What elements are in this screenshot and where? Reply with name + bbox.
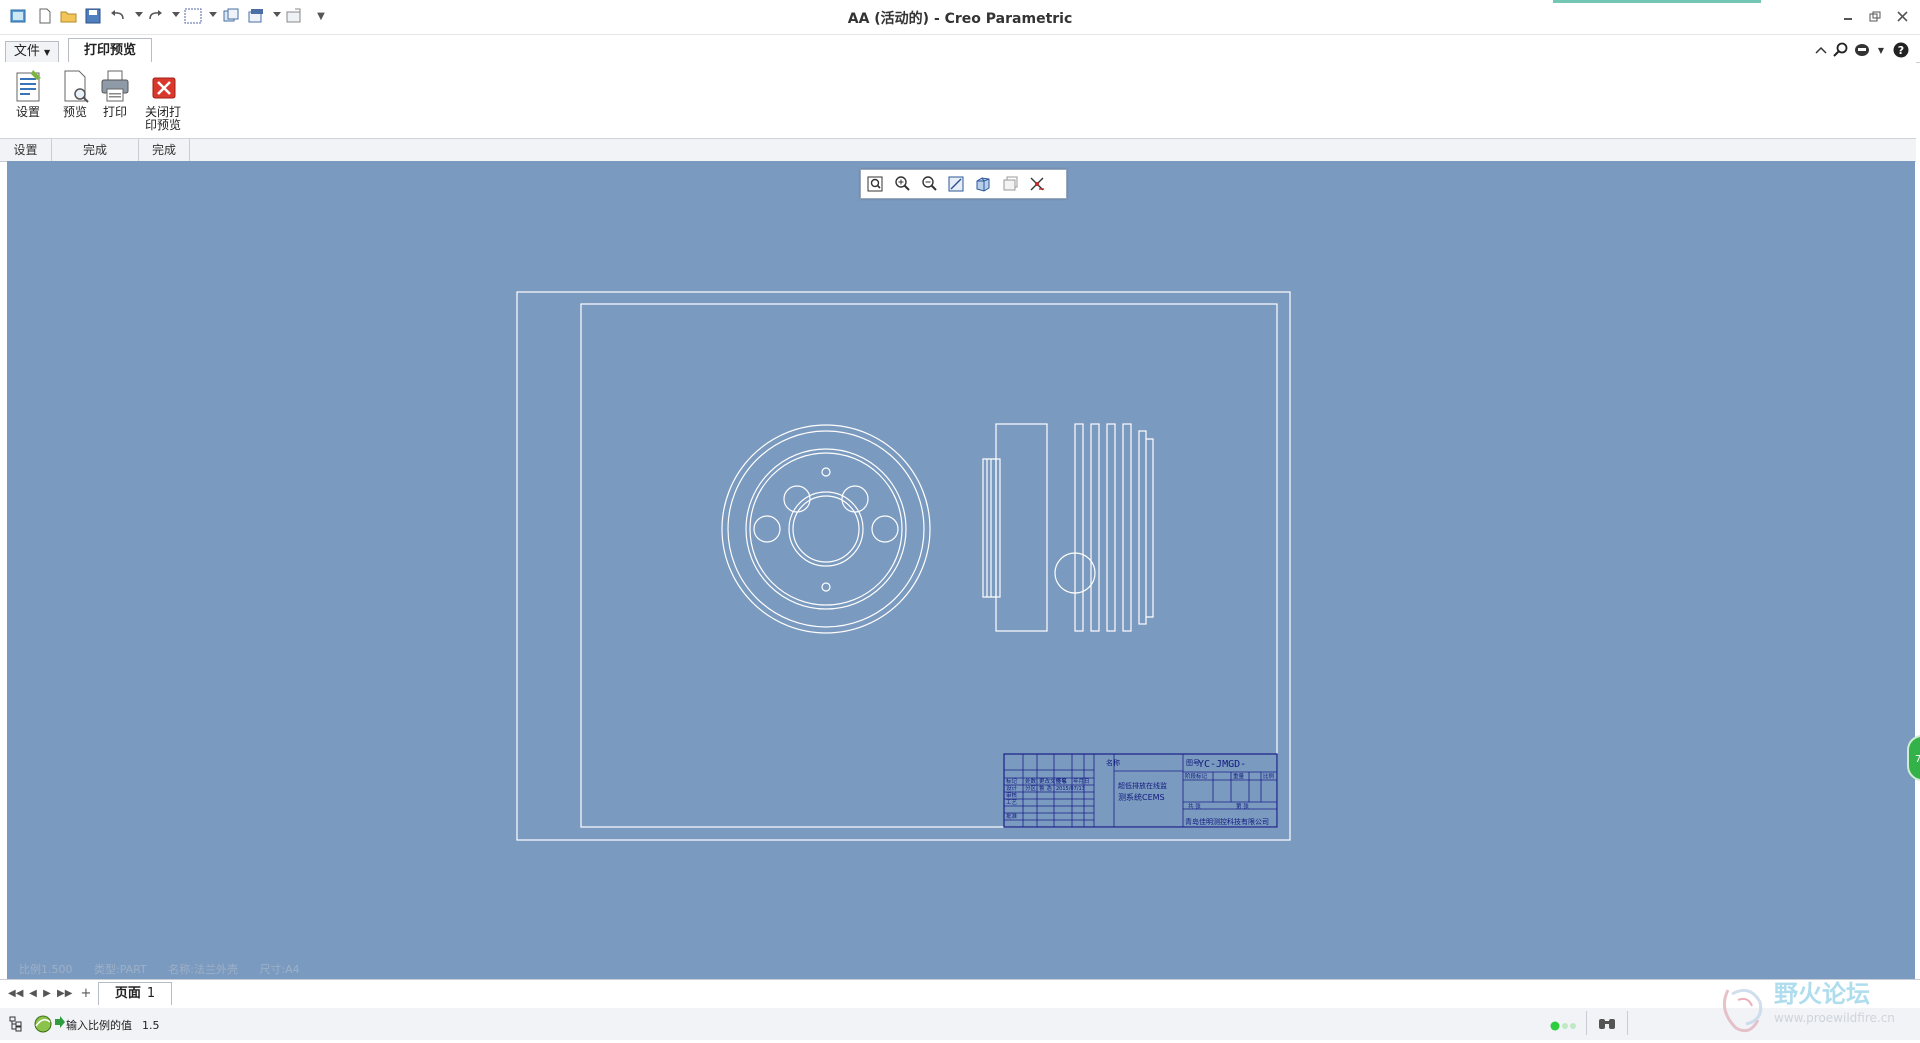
tab-file[interactable]: 文件 ▼ (5, 41, 59, 62)
status-message-text: 输入比例的值 (66, 1019, 132, 1032)
previous-page-icon[interactable]: ◀ (26, 987, 40, 1001)
side-badge[interactable]: 73 (1907, 735, 1920, 781)
preview-button[interactable]: 预览 (53, 66, 97, 134)
search-icon[interactable] (1830, 40, 1852, 60)
tab-print-preview[interactable]: 打印预览 (68, 38, 152, 64)
zoom-in-icon[interactable] (891, 174, 913, 194)
page-tab-label: 页面 (114, 986, 141, 1001)
status-lights-icon (1550, 1020, 1578, 1034)
forum-watermark: 野火论坛 www.proewildfire.cn (1710, 970, 1920, 1040)
model-tree-icon[interactable] (9, 1016, 23, 1035)
print-button-label: 打印 (102, 105, 127, 119)
status-bar: 输入比例的值 1.5 (0, 1008, 1920, 1040)
title-block-label-weight: 重量 (1233, 772, 1245, 780)
settings-icon (11, 68, 45, 104)
status-value: 1.5 (142, 1019, 160, 1032)
front-view-circles (721, 424, 931, 634)
first-page-icon[interactable]: ◀◀ (8, 987, 23, 1001)
title-block-label-sheet-no: 第 张 (1236, 802, 1249, 810)
display-style-icon[interactable] (999, 174, 1021, 194)
settings-button-label: 设置 (15, 105, 40, 119)
group-label-finish: 完成 (52, 139, 139, 161)
title-block-label-scale: 比例 (1263, 772, 1275, 780)
close-red-icon (146, 68, 180, 104)
title-block-label-mark: 标记 (1006, 777, 1018, 785)
zoom-out-icon[interactable] (918, 174, 940, 194)
page-info-size: 尺寸:A4 (259, 963, 300, 976)
chevron-down-icon: ▼ (44, 48, 51, 57)
watermark-url: www.proewildfire.cn (1774, 1011, 1895, 1025)
spin-center-icon[interactable] (1026, 174, 1048, 194)
title-block-label-zone: 分区 (1025, 784, 1037, 792)
svg-text:?: ? (1898, 44, 1904, 57)
tab-file-label: 文件 (13, 44, 40, 59)
browser-icon[interactable] (33, 1014, 53, 1037)
close-print-preview-label-line2: 印预览 (144, 118, 181, 132)
title-block-label-review: 审核 (1006, 791, 1018, 799)
drawing-sheet: 名称 图号 YC-JMGD- 超低排放在线监 测系统CEMS 青岛佳明测控科技有… (516, 291, 1291, 841)
group-label-settings: 设置 (0, 139, 52, 161)
status-message: 输入比例的值 1.5 (66, 1017, 160, 1033)
page-info-type: 类型:PART (94, 963, 147, 976)
window-title: AA (活动的) - Creo Parametric (847, 11, 1073, 27)
title-block-label-name: 名称 (1106, 758, 1120, 767)
restore-icon[interactable] (1864, 6, 1886, 26)
shaded-icon[interactable] (972, 174, 994, 194)
last-page-icon[interactable]: ▶▶ (57, 987, 72, 1001)
ribbon-group-labels: 设置 完成 完成 (0, 139, 1916, 162)
watermark-text: 野火论坛 (1774, 980, 1870, 1008)
ribbon: 设置 预览 打印 关闭打 印预览 (0, 62, 1916, 139)
page-tab[interactable]: 页面 1 (98, 982, 172, 1005)
minimize-ribbon-icon[interactable] (1810, 40, 1832, 60)
printer-icon (98, 68, 132, 104)
view-toolbar (860, 169, 1067, 199)
title-accent-bar (1553, 0, 1761, 3)
preview-button-label: 预览 (62, 105, 87, 119)
page-info: 比例1.500 类型:PART 名称:法兰外壳 尺寸:A4 (19, 961, 318, 977)
community-dropdown-icon[interactable]: ▼ (1870, 40, 1892, 60)
page-tab-bar: ◀◀ ◀ ▶ ▶▶ + 页面 1 (0, 979, 1920, 1009)
page-info-name: 名称:法兰外壳 (168, 963, 238, 976)
title-block-label-approve: 批准 (1006, 812, 1018, 820)
minimize-icon[interactable] (1837, 6, 1859, 26)
pan-icon[interactable] (945, 174, 967, 194)
title-block-name-line2: 测系统CEMS (1118, 792, 1165, 802)
settings-button[interactable]: 设置 (6, 66, 50, 134)
title-bar: ▼ AA (活动的) - Creo Parametric (0, 0, 1920, 35)
title-block-name-line1: 超低排放在线监 (1118, 781, 1167, 790)
help-icon[interactable]: ? (1890, 40, 1912, 60)
title-block-sign-name: 鲁 浩 (1039, 784, 1052, 792)
find-icon[interactable] (1586, 1011, 1628, 1035)
title-block-label-process: 工艺 (1006, 799, 1018, 806)
ribbon-tab-row: 文件 ▼ 打印预览 (0, 38, 1920, 64)
print-button[interactable]: 打印 (93, 66, 137, 134)
title-block-sign-date: 2015/07/13 (1056, 786, 1085, 792)
title-block-label-sign: 签名 (1056, 777, 1067, 785)
preview-icon (58, 68, 92, 104)
message-arrow-icon (54, 1015, 66, 1032)
refit-icon[interactable] (864, 174, 886, 194)
close-print-preview-button[interactable]: 关闭打 印预览 (141, 66, 185, 134)
add-page-icon[interactable]: + (79, 987, 93, 1001)
title-block-label-date: 年月日 (1073, 777, 1090, 785)
title-block-label-count: 处数 (1025, 777, 1037, 785)
side-view-fins (982, 423, 1154, 632)
title-block-code: YC-JMGD- (1198, 759, 1246, 770)
close-icon[interactable] (1891, 6, 1913, 26)
title-block-label-design: 设计 (1006, 784, 1018, 792)
group-label-finish-2: 完成 (139, 139, 190, 161)
next-page-icon[interactable]: ▶ (40, 987, 54, 1001)
print-preview-canvas[interactable]: 名称 图号 YC-JMGD- 超低排放在线监 测系统CEMS 青岛佳明测控科技有… (7, 161, 1920, 979)
title-block-company: 青岛佳明测控科技有限公司 (1185, 817, 1269, 826)
title-block-label-total-sheets: 共 张 (1188, 802, 1201, 810)
title-block-label-stage: 阶段标记 (1185, 772, 1208, 780)
page-tab-number: 1 (146, 986, 156, 1001)
page-info-scale: 比例1.500 (19, 963, 73, 976)
